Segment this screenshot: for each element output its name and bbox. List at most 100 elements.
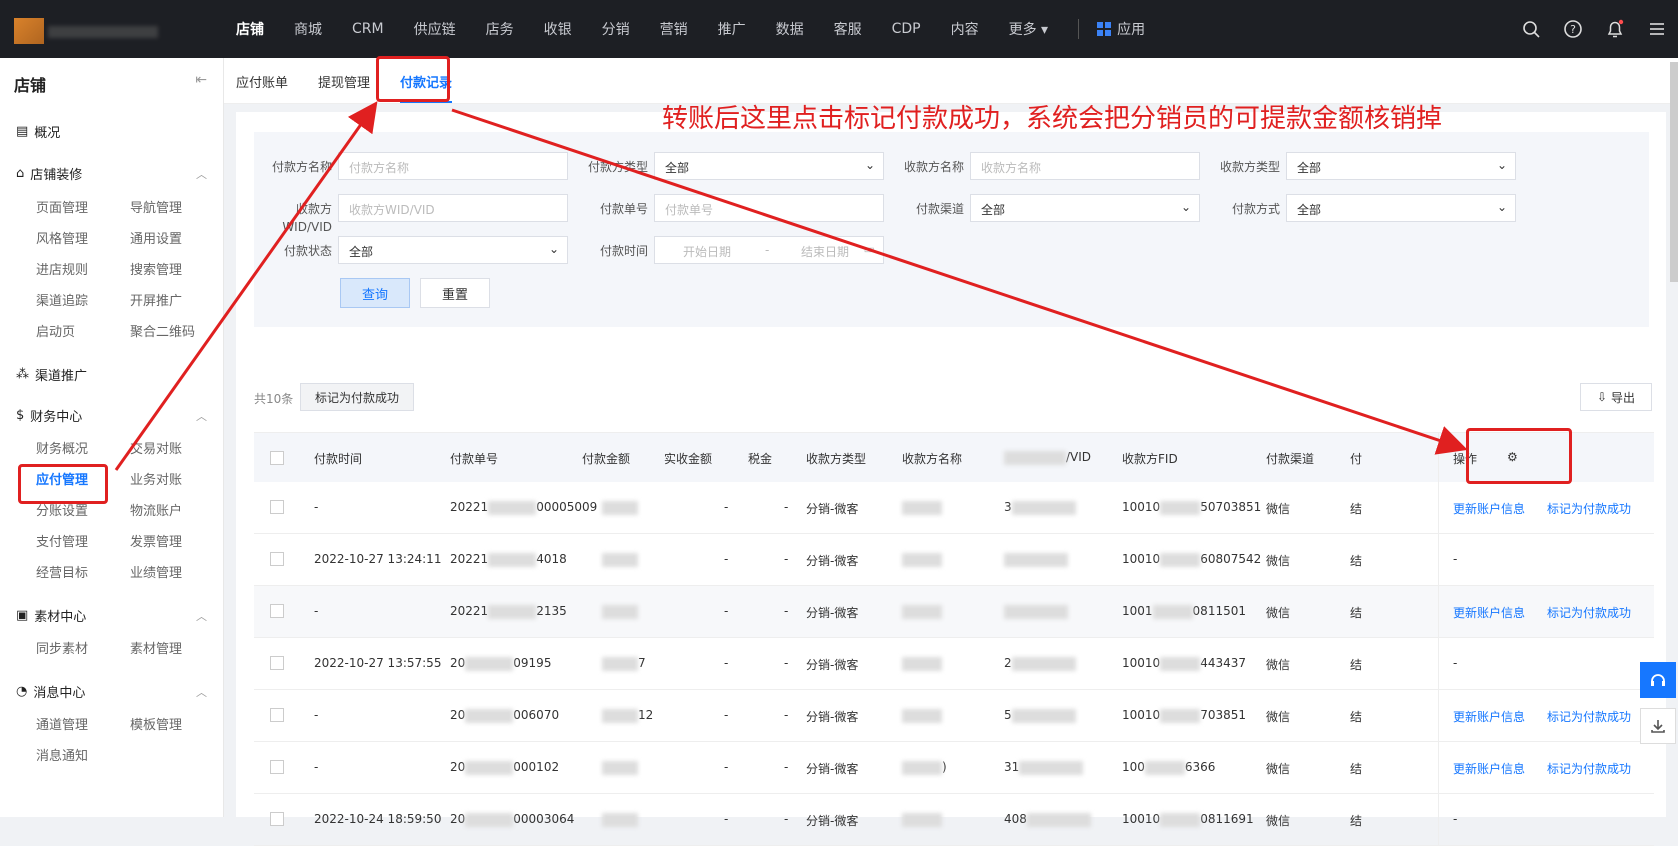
nav-item-cdp[interactable]: CDP — [892, 21, 921, 37]
row-checkbox[interactable] — [270, 708, 284, 722]
sidebar-item-sync-material[interactable]: 同步素材 — [36, 638, 88, 657]
payee-type-select[interactable]: 全部 ⌄ — [1286, 152, 1516, 180]
scrollbar[interactable] — [1670, 62, 1678, 282]
status-select[interactable]: 全部 ⌄ — [338, 236, 568, 264]
sidebar-item-business-goals[interactable]: 经营目标 — [36, 562, 88, 581]
cell-tax: - — [784, 604, 789, 618]
nav-item-apps[interactable]: 应用 — [1097, 19, 1145, 39]
nav-item-mall[interactable]: 商城 — [294, 19, 322, 39]
sidebar-item-entry-rules[interactable]: 进店规则 — [36, 259, 88, 278]
nav-item-content[interactable]: 内容 — [951, 19, 979, 39]
update-account-link[interactable]: 更新账户信息 — [1453, 604, 1525, 621]
nav-item-service[interactable]: 客服 — [834, 19, 862, 39]
query-button[interactable]: 查询 — [340, 278, 410, 308]
sidebar-item-business-reconcile[interactable]: 业务对账 — [130, 469, 182, 488]
sidebar-group-finance[interactable]: $ 财务中心 ︿ — [16, 406, 207, 425]
nav-item-store[interactable]: 店铺 — [236, 19, 264, 39]
row-checkbox[interactable] — [270, 552, 284, 566]
row-checkbox[interactable] — [270, 500, 284, 514]
payer-name-input[interactable]: 付款方名称 — [338, 152, 568, 180]
sidebar-item-overview[interactable]: ▤ 概况 — [16, 122, 60, 141]
nav-item-store-ops[interactable]: 店务 — [486, 19, 514, 39]
update-account-link[interactable]: 更新账户信息 — [1453, 760, 1525, 777]
row-checkbox[interactable] — [270, 604, 284, 618]
select-all-checkbox[interactable] — [270, 451, 284, 465]
mark-paid-link[interactable]: 标记为付款成功 — [1547, 604, 1631, 621]
sidebar-item-material-mgmt[interactable]: 素材管理 — [130, 638, 182, 657]
sidebar-item-trade-reconcile[interactable]: 交易对账 — [130, 438, 182, 457]
sidebar-item-logistics-account[interactable]: 物流账户 — [130, 500, 182, 519]
sidebar-item-channel-tracking[interactable]: 渠道追踪 — [36, 290, 88, 309]
nav-item-marketing[interactable]: 营销 — [660, 19, 688, 39]
sidebar-group-message[interactable]: ◔ 消息中心 ︿ — [16, 682, 207, 701]
sidebar-item-nav-mgmt[interactable]: 导航管理 — [130, 197, 182, 216]
sidebar-item-finance-overview[interactable]: 财务概况 — [36, 438, 88, 457]
sidebar-item-channel-mgmt[interactable]: 通道管理 — [36, 714, 88, 733]
cell-pay-channel: 微信 — [1266, 502, 1291, 516]
help-icon[interactable]: ? — [1562, 18, 1584, 40]
method-select[interactable]: 全部 ⌄ — [1286, 194, 1516, 222]
nav-item-more[interactable]: 更多 ▾ — [1009, 19, 1048, 39]
blurred-text — [465, 760, 514, 775]
sidebar-item-invoice-mgmt[interactable]: 发票管理 — [130, 531, 182, 550]
sidebar-item-template-mgmt[interactable]: 模板管理 — [130, 714, 182, 733]
nav-item-data[interactable]: 数据 — [776, 19, 804, 39]
fid-head: 100 — [1122, 760, 1145, 774]
sidebar-item-qr-code[interactable]: 聚合二维码 — [130, 321, 195, 340]
update-account-link[interactable]: 更新账户信息 — [1453, 708, 1525, 725]
row-checkbox[interactable] — [270, 760, 284, 774]
nav-item-supply-chain[interactable]: 供应链 — [414, 19, 456, 39]
nav-item-crm[interactable]: CRM — [352, 21, 384, 37]
mark-paid-link[interactable]: 标记为付款成功 — [1547, 760, 1631, 777]
sidebar-group-channel[interactable]: ⁂ 渠道推广 — [16, 365, 87, 384]
sidebar-item-performance-mgmt[interactable]: 业绩管理 — [130, 562, 182, 581]
fid-tail: 703851 — [1200, 708, 1246, 722]
sidebar-group-label: 店铺装修 — [30, 168, 83, 183]
nav-item-distribution[interactable]: 分销 — [602, 19, 630, 39]
sidebar-item-splash-promo[interactable]: 开屏推广 — [130, 290, 182, 309]
payee-name-input[interactable]: 收款方名称 — [970, 152, 1200, 180]
update-account-link[interactable]: 更新账户信息 — [1453, 500, 1525, 517]
nav-item-cashier[interactable]: 收银 — [544, 19, 572, 39]
download-float-button[interactable] — [1640, 708, 1676, 744]
table-row: - 20 000102 - - 分销-微客) 31 100 6366 微信 结 更新账户信息 标记为付款… — [254, 742, 1654, 794]
brand-logo[interactable] — [8, 10, 168, 50]
order-no-input[interactable]: 付款单号 — [654, 194, 884, 222]
select-value: 全部 — [349, 245, 374, 259]
bell-icon[interactable] — [1604, 18, 1626, 40]
sidebar-item-page-mgmt[interactable]: 页面管理 — [36, 197, 88, 216]
sidebar-group-label: 消息中心 — [33, 686, 86, 701]
tab-payable-bills[interactable]: 应付账单 — [236, 72, 288, 91]
sidebar-item-general-settings[interactable]: 通用设置 — [130, 228, 182, 247]
row-checkbox[interactable] — [270, 812, 284, 826]
sidebar-item-launch-page[interactable]: 启动页 — [36, 321, 75, 340]
search-icon[interactable] — [1520, 18, 1542, 40]
collapse-sidebar-icon[interactable]: ⇤ — [195, 72, 207, 88]
time-label: 付款时间 — [599, 244, 648, 258]
sidebar-item-payment-mgmt[interactable]: 支付管理 — [36, 531, 88, 550]
sidebar-item-search-mgmt[interactable]: 搜索管理 — [130, 259, 182, 278]
date-range-input[interactable]: 开始日期 - 结束日期 ▭ — [654, 236, 884, 264]
tab-withdraw-mgmt[interactable]: 提现管理 — [318, 72, 370, 91]
mark-paid-link[interactable]: 标记为付款成功 — [1547, 708, 1631, 725]
sidebar-group-decor[interactable]: ⌂ 店铺装修 ︿ — [16, 164, 207, 183]
sidebar-item-message-notify[interactable]: 消息通知 — [36, 745, 88, 764]
export-button[interactable]: ⇩ 导出 — [1580, 383, 1652, 411]
payee-wid-input[interactable]: 收款方WID/VID — [338, 194, 568, 222]
payer-type-select[interactable]: 全部 ⌄ — [654, 152, 884, 180]
batch-mark-paid-button[interactable]: 标记为付款成功 — [300, 383, 414, 411]
row-operations: 更新账户信息 标记为付款成功 — [1438, 742, 1654, 793]
row-checkbox[interactable] — [270, 656, 284, 670]
reset-button[interactable]: 重置 — [420, 278, 490, 308]
table-row: 2022-10-24 18:59:50 20 00003064 - - 分销-微客 408 1… — [254, 794, 1654, 846]
menu-icon[interactable] — [1646, 18, 1668, 40]
channel-select[interactable]: 全部 ⌄ — [970, 194, 1200, 222]
sidebar-group-material[interactable]: ▣ 素材中心 ︿ — [16, 606, 207, 625]
col-tax: 税金 — [748, 452, 773, 466]
mark-paid-link[interactable]: 标记为付款成功 — [1547, 500, 1631, 517]
nav-item-promotion[interactable]: 推广 — [718, 19, 746, 39]
cell-pay-channel: 微信 — [1266, 814, 1291, 828]
table-row: 2022-10-27 13:57:55 20 09195 7 - - 分销-微客 2 10010… — [254, 638, 1654, 690]
sidebar-item-style-mgmt[interactable]: 风格管理 — [36, 228, 88, 247]
customer-service-float-button[interactable] — [1640, 662, 1676, 698]
